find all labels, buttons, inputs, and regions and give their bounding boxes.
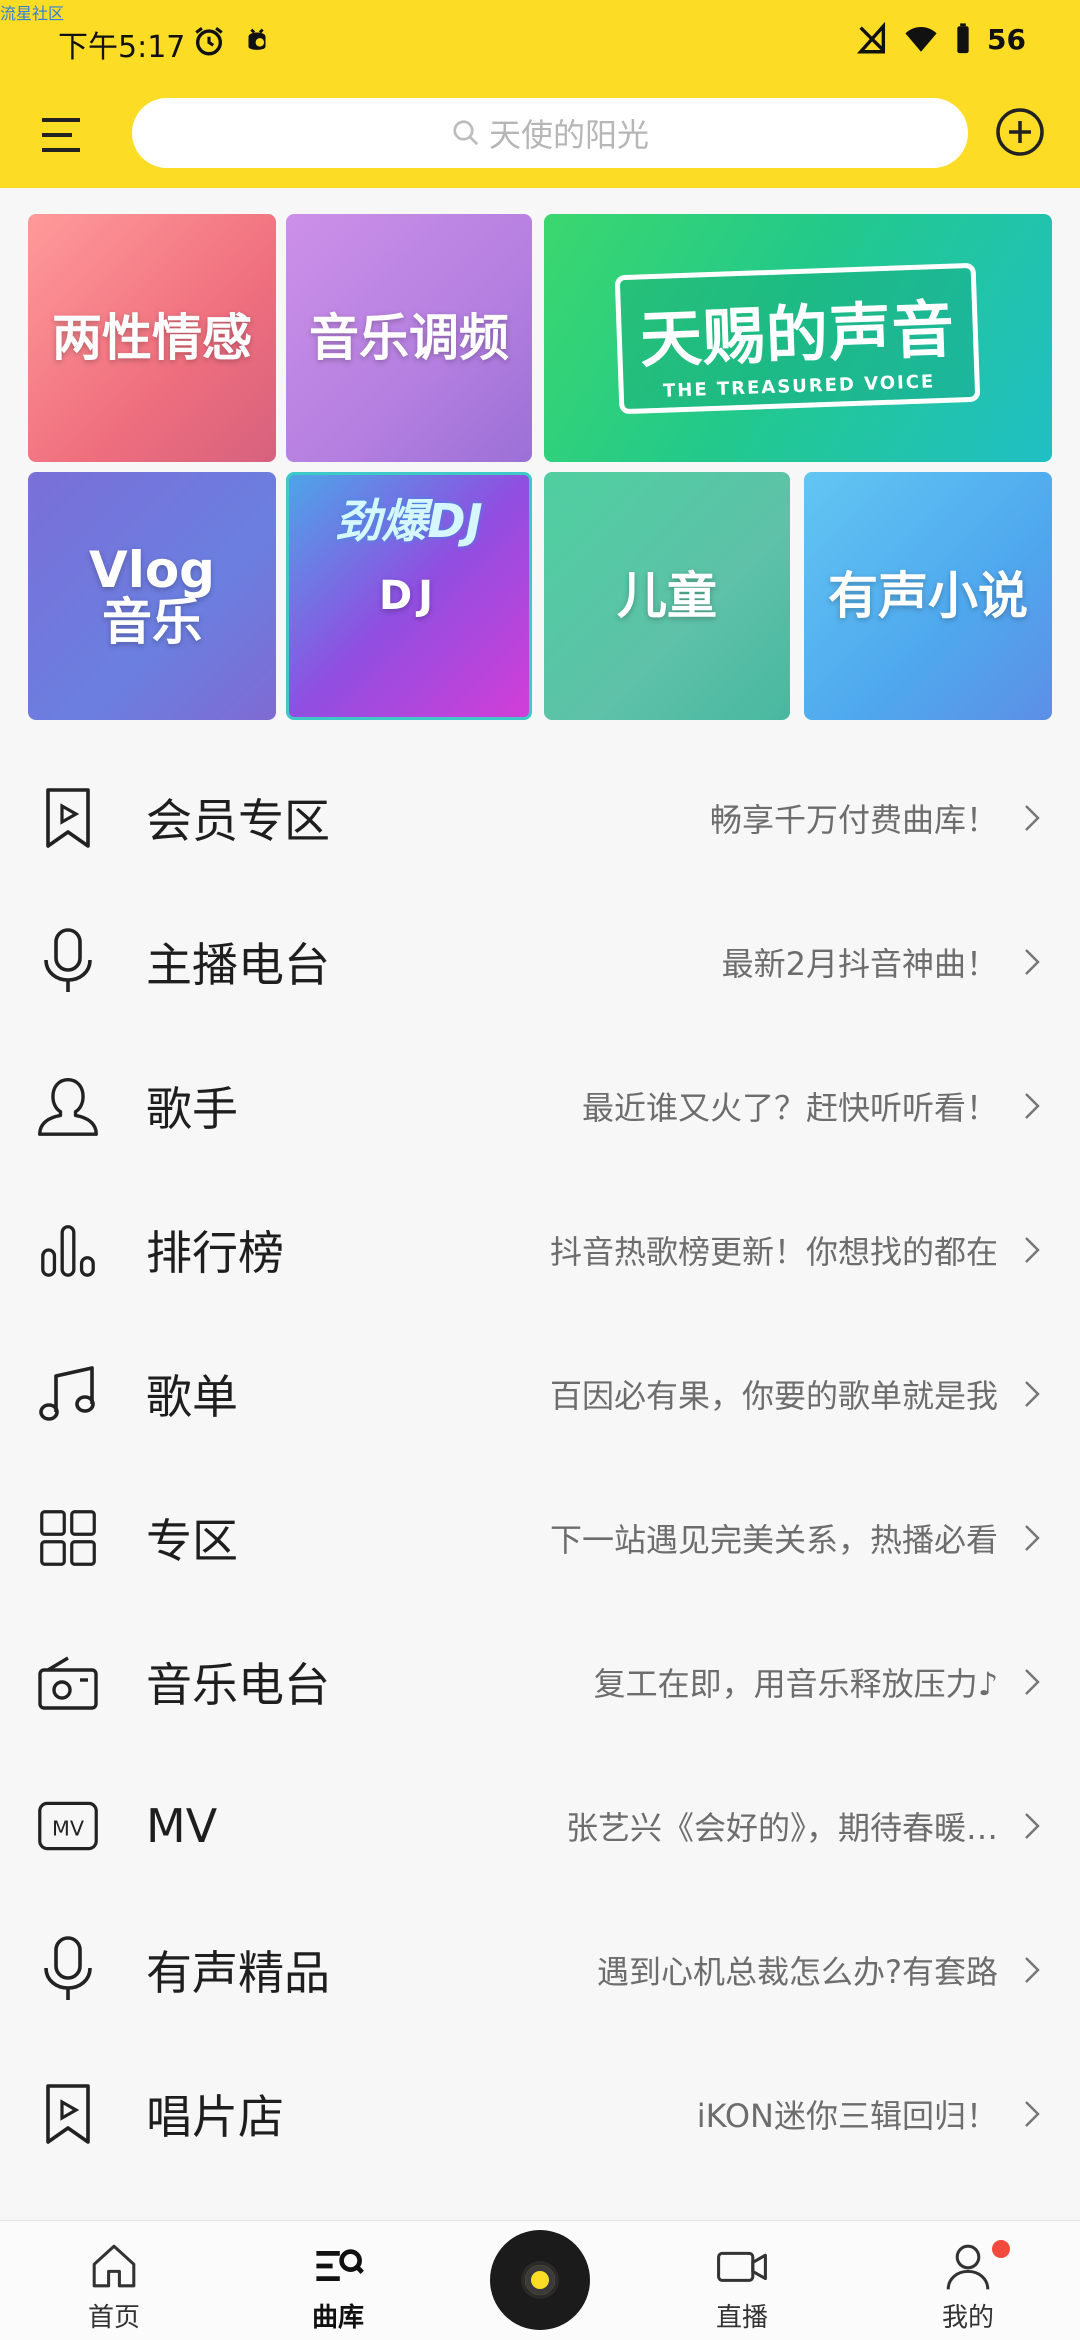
banner-audio-novel[interactable]: 有声小说 <box>804 472 1052 720</box>
category-list: 会员专区 畅享千万付费曲库！ 主播电台 最新2月抖音神曲！ 歌手 最近谁又火了？… <box>0 746 1080 2186</box>
list-item-title: 专区 <box>146 1514 238 1568</box>
list-item-subtitle: 最近谁又火了？赶快听听看！ <box>581 1089 998 1127</box>
tab-home[interactable]: 首页 <box>54 2239 174 2334</box>
list-item-record-store[interactable]: 唱片店 iKON迷你三辑回归！ <box>0 2042 1080 2186</box>
tab-library[interactable]: 曲库 <box>278 2239 398 2334</box>
list-item-subtitle: 复工在即，用音乐释放压力♪ <box>593 1665 998 1703</box>
chevron-right-icon <box>1025 2101 1040 2127</box>
chevron-right-icon <box>1025 1093 1040 1119</box>
tab-label: 直播 <box>715 2303 768 2333</box>
banner-vlog-music[interactable]: Vlog 音乐 <box>28 472 276 720</box>
tab-me[interactable]: 我的 <box>908 2239 1028 2334</box>
battery-level: 56 <box>987 22 1026 56</box>
status-bar: 下午5:17 56 <box>0 0 1080 88</box>
tab-label: 我的 <box>941 2303 994 2333</box>
video-camera-icon <box>717 2251 767 2282</box>
banner-treasured-voice[interactable]: 天赐的声音 THE TREASURED VOICE <box>544 214 1052 462</box>
chevron-right-icon <box>1025 1669 1040 1695</box>
list-item-subtitle: 百因必有果，你要的歌单就是我 <box>549 1377 998 1415</box>
svg-text:MV: MV <box>52 1816 84 1840</box>
search-icon <box>453 120 479 146</box>
banner-top-text: 劲爆DJ <box>335 494 483 548</box>
chevron-right-icon <box>1025 1813 1040 1839</box>
list-item-subtitle: 张艺兴《会好的》，期待春暖… <box>565 1809 998 1847</box>
list-item-subtitle: iKON迷你三辑回归！ <box>696 2097 998 2135</box>
chevron-right-icon <box>1025 805 1040 831</box>
bookmark-play-icon <box>46 2084 90 2144</box>
mv-icon: MV <box>38 1801 98 1851</box>
banner-label: 有声小说 <box>828 566 1028 625</box>
list-item-title: 会员专区 <box>146 794 330 848</box>
menu-icon[interactable] <box>38 112 88 158</box>
user-icon <box>946 2244 990 2290</box>
banner-label: Vlog 音乐 <box>89 540 215 651</box>
list-item-mv[interactable]: MV MV 张艺兴《会好的》，期待春暖… <box>0 1754 1080 1898</box>
banner-label: 天赐的声音 <box>639 292 957 376</box>
list-item-vip-zone[interactable]: 会员专区 畅享千万付费曲库！ <box>0 746 1080 890</box>
list-item-title: 音乐电台 <box>146 1658 330 1712</box>
banner-label: 儿童 <box>617 566 717 625</box>
banner-music-fm[interactable]: 音乐调频 <box>286 214 532 462</box>
chevron-right-icon <box>1025 949 1040 975</box>
home-icon <box>92 2244 136 2288</box>
category-banner-grid: 两性情感 音乐调频 天赐的声音 THE TREASURED VOICE Vlog… <box>28 214 1052 720</box>
list-item-anchor-radio[interactable]: 主播电台 最新2月抖音神曲！ <box>0 890 1080 1034</box>
list-item-audio-premium[interactable]: 有声精品 遇到心机总裁怎么办?有套路 <box>0 1898 1080 2042</box>
alarm-icon <box>195 27 223 56</box>
microphone-icon <box>44 928 92 992</box>
chevron-right-icon <box>1025 1525 1040 1551</box>
list-item-title: 主播电台 <box>146 938 330 992</box>
vinyl-disc-icon <box>521 2261 559 2299</box>
chevron-right-icon <box>1025 1237 1040 1263</box>
banner-label: DJ <box>378 573 440 619</box>
list-item-title: 排行榜 <box>146 1226 284 1280</box>
tab-live[interactable]: 直播 <box>682 2239 802 2334</box>
chevron-right-icon <box>1025 1381 1040 1407</box>
list-item-subtitle: 畅享千万付费曲库！ <box>709 801 998 839</box>
list-item-title: 唱片店 <box>146 2090 284 2144</box>
battery-icon <box>957 23 969 54</box>
list-item-subtitle: 最新2月抖音神曲！ <box>721 945 998 983</box>
tab-label: 曲库 <box>311 2303 364 2333</box>
singer-icon <box>38 1077 98 1136</box>
list-item-title: 歌手 <box>146 1082 238 1136</box>
list-item-special-zone[interactable]: 专区 下一站遇见完美关系，热播必看 <box>0 1466 1080 1610</box>
list-item-charts[interactable]: 排行榜 抖音热歌榜更新！你想找的都在 <box>0 1178 1080 1322</box>
list-item-title: MV <box>146 1799 218 1853</box>
watermark-text: 流星社区 <box>0 4 65 23</box>
now-playing-button[interactable] <box>490 2230 590 2330</box>
app-notification-icon <box>248 28 266 50</box>
search-placeholder: 天使的阳光 <box>488 116 649 154</box>
music-note-icon <box>39 1366 95 1421</box>
tab-label: 首页 <box>87 2303 140 2333</box>
list-item-subtitle: 下一站遇见完美关系，热播必看 <box>549 1521 998 1559</box>
notification-badge <box>992 2240 1010 2258</box>
no-sim-icon <box>856 22 886 54</box>
list-item-title: 歌单 <box>146 1370 238 1424</box>
banner-dj[interactable]: 劲爆DJ DJ <box>286 472 532 720</box>
radio-icon <box>38 1656 98 1710</box>
list-item-subtitle: 抖音热歌榜更新！你想找的都在 <box>549 1233 998 1271</box>
chevron-right-icon <box>1025 1957 1040 1983</box>
banner-kids[interactable]: 儿童 <box>544 472 790 720</box>
bookmark-play-icon <box>46 788 90 848</box>
wifi-icon <box>905 26 937 52</box>
banner-relationship[interactable]: 两性情感 <box>28 214 276 462</box>
library-search-icon <box>316 2249 364 2281</box>
list-item-subtitle: 遇到心机总裁怎么办?有套路 <box>597 1953 998 1991</box>
grid-icon <box>40 1510 96 1566</box>
status-time: 下午5:17 <box>58 30 186 65</box>
treasured-voice-logo: 天赐的声音 THE TREASURED VOICE <box>615 262 981 414</box>
banner-label: 音乐调频 <box>309 308 509 367</box>
list-item-singer[interactable]: 歌手 最近谁又火了？赶快听听看！ <box>0 1034 1080 1178</box>
microphone-icon <box>44 1936 92 2000</box>
top-header: 下午5:17 56 天使的阳光 <box>0 0 1080 188</box>
search-input[interactable]: 天使的阳光 <box>132 98 968 168</box>
add-circle-icon[interactable] <box>994 106 1046 158</box>
banner-label: 两性情感 <box>52 308 252 367</box>
list-item-music-radio[interactable]: 音乐电台 复工在即，用音乐释放压力♪ <box>0 1610 1080 1754</box>
list-item-title: 有声精品 <box>146 1946 330 2000</box>
list-item-playlist[interactable]: 歌单 百因必有果，你要的歌单就是我 <box>0 1322 1080 1466</box>
chart-bars-icon <box>41 1225 95 1277</box>
